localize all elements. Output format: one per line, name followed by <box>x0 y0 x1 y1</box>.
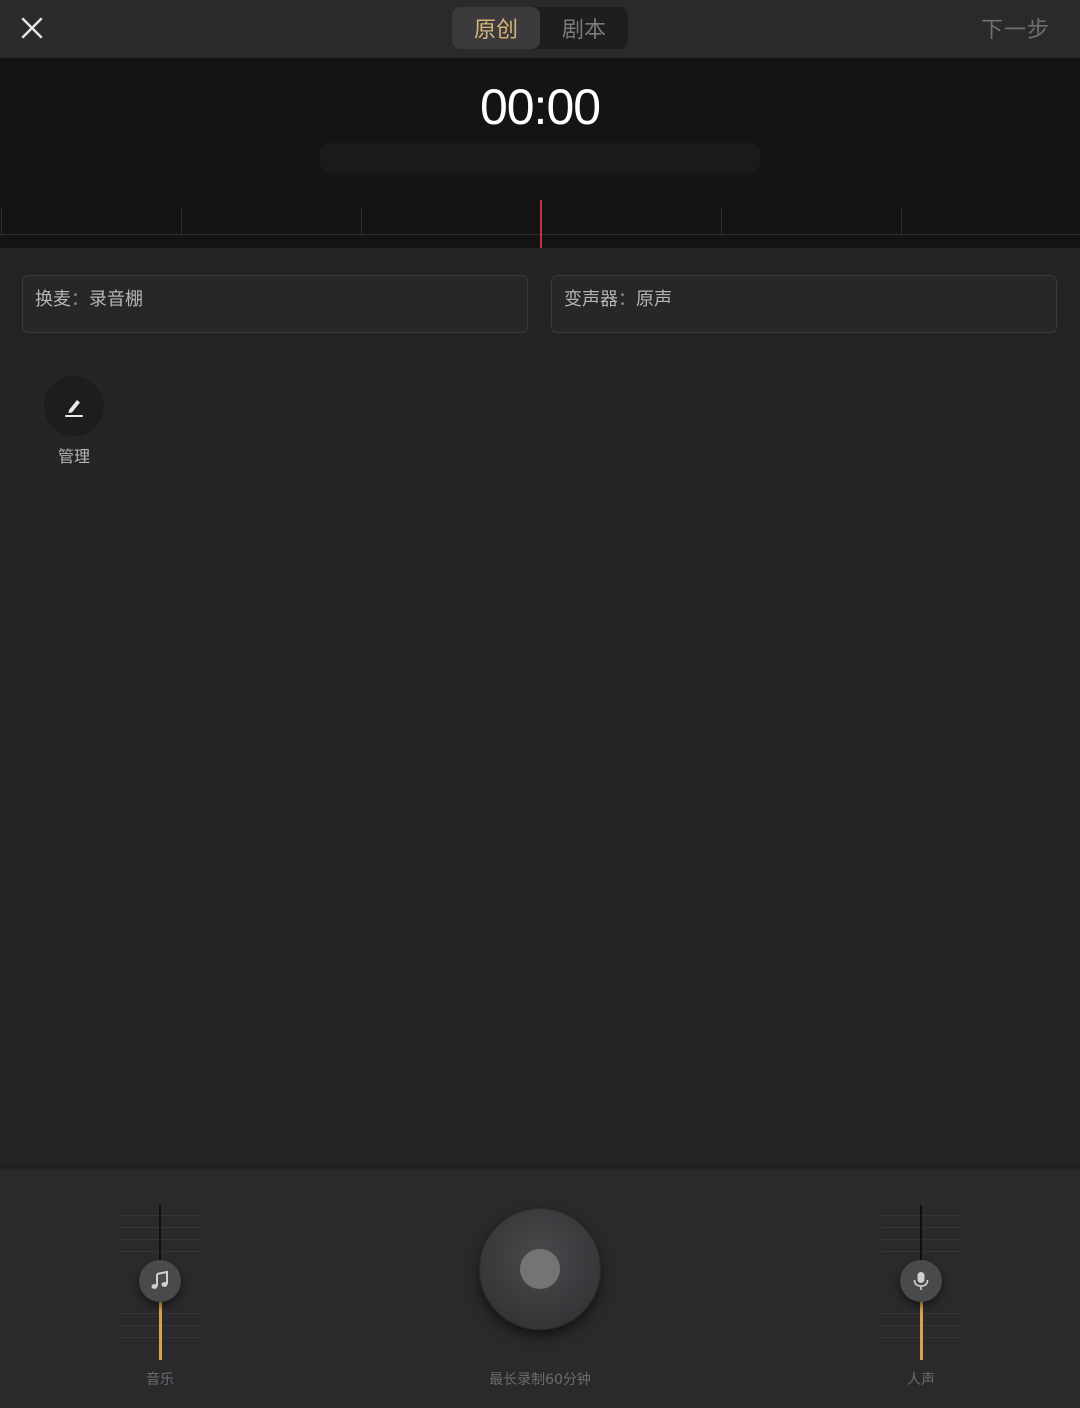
timeline-tick <box>721 208 722 234</box>
edit-pencil-icon <box>65 400 83 417</box>
record-button-center <box>520 1249 560 1289</box>
timer-area: 00:00 <box>0 58 1080 248</box>
timeline-tick <box>901 208 902 234</box>
voice-changer-separator: ： <box>618 289 636 310</box>
waveform-placeholder <box>320 143 760 173</box>
close-button[interactable] <box>14 10 50 46</box>
voice-label: 人声 <box>907 1372 935 1388</box>
voice-slider-knob[interactable] <box>900 1260 942 1302</box>
microphone-icon <box>913 1272 929 1290</box>
voice-volume-slider[interactable] <box>871 1205 971 1365</box>
sound-effects-panel <box>22 352 1058 480</box>
tab-script[interactable]: 剧本 <box>540 7 628 49</box>
manage-label: 管理 <box>57 447 90 466</box>
voice-changer-selector[interactable]: 变声器：原声 <box>551 275 1057 333</box>
record-button[interactable] <box>479 1208 601 1330</box>
music-volume-slider[interactable] <box>110 1205 210 1365</box>
record-duration-hint: 最长录制60分钟 <box>489 1372 591 1388</box>
mic-selector[interactable]: 换麦：录音棚 <box>22 275 528 333</box>
voice-changer-value: 原声 <box>636 289 672 310</box>
close-icon <box>21 17 43 39</box>
voice-changer-text: 变声器：原声 <box>564 285 672 311</box>
voice-changer-label: 变声器 <box>564 289 618 310</box>
music-label: 音乐 <box>146 1372 174 1388</box>
tab-original[interactable]: 原创 <box>452 7 540 49</box>
next-step-button[interactable]: 下一步 <box>981 12 1050 44</box>
mode-segmented-control: 原创 剧本 <box>452 7 628 49</box>
mic-label: 换麦 <box>35 289 71 310</box>
slider-track-filled <box>920 1300 923 1360</box>
mic-selector-text: 换麦：录音棚 <box>35 285 143 311</box>
top-bar: 原创 剧本 下一步 <box>0 0 1080 58</box>
timeline[interactable] <box>0 198 1080 248</box>
timeline-tick <box>1 208 2 234</box>
music-slider-knob[interactable] <box>139 1260 181 1302</box>
bottom-bar-shadow <box>0 1165 1080 1171</box>
slider-track-filled <box>159 1300 162 1360</box>
timeline-tick <box>361 208 362 234</box>
manage-button[interactable] <box>44 376 104 436</box>
recording-timer: 00:00 <box>479 79 601 135</box>
mic-separator: ： <box>71 289 89 310</box>
mic-value: 录音棚 <box>89 289 143 310</box>
playhead[interactable] <box>540 200 542 248</box>
music-note-icon <box>151 1270 168 1289</box>
timeline-tick <box>181 208 182 234</box>
